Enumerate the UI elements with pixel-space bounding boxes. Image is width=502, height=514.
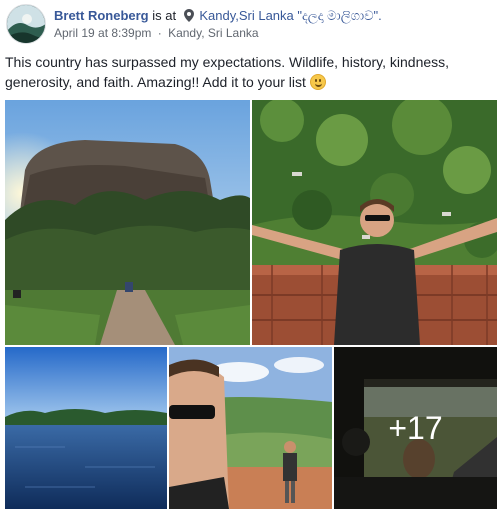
meta-separator: · (157, 26, 162, 40)
more-photos-overlay[interactable]: +17 (334, 347, 497, 509)
more-photos-count: +17 (388, 409, 443, 446)
post-message: This country has surpassed my expectatio… (5, 54, 450, 90)
photo-man-on-rock[interactable] (252, 100, 497, 345)
post-headline: Brett Roneberg is at Kandy,Sri Lanka "දල… (54, 7, 382, 26)
author-avatar[interactable] (6, 4, 46, 44)
location-link[interactable]: Kandy, Sri Lanka (168, 26, 259, 40)
author-name-link[interactable]: Brett Roneberg (54, 8, 149, 23)
post-meta: April 19 at 8:39pm · Kandy, Sri Lanka (54, 26, 259, 40)
photo-lake[interactable] (5, 347, 167, 509)
photo-safari-vehicle[interactable]: +17 (334, 347, 497, 509)
photo-sigiriya-rock[interactable] (5, 100, 250, 345)
post-header: Brett Roneberg is at Kandy,Sri Lanka "දල… (6, 4, 496, 44)
post-body: This country has surpassed my expectatio… (5, 52, 497, 92)
map-pin-icon (183, 9, 194, 26)
is-at-text: is at (152, 8, 177, 23)
smiley-emoji-icon (309, 74, 326, 90)
photo-selfie[interactable] (169, 347, 332, 509)
post-timestamp[interactable]: April 19 at 8:39pm (54, 26, 151, 40)
place-link[interactable]: Kandy,Sri Lanka "දලදා මාලිගාව". (199, 8, 381, 23)
